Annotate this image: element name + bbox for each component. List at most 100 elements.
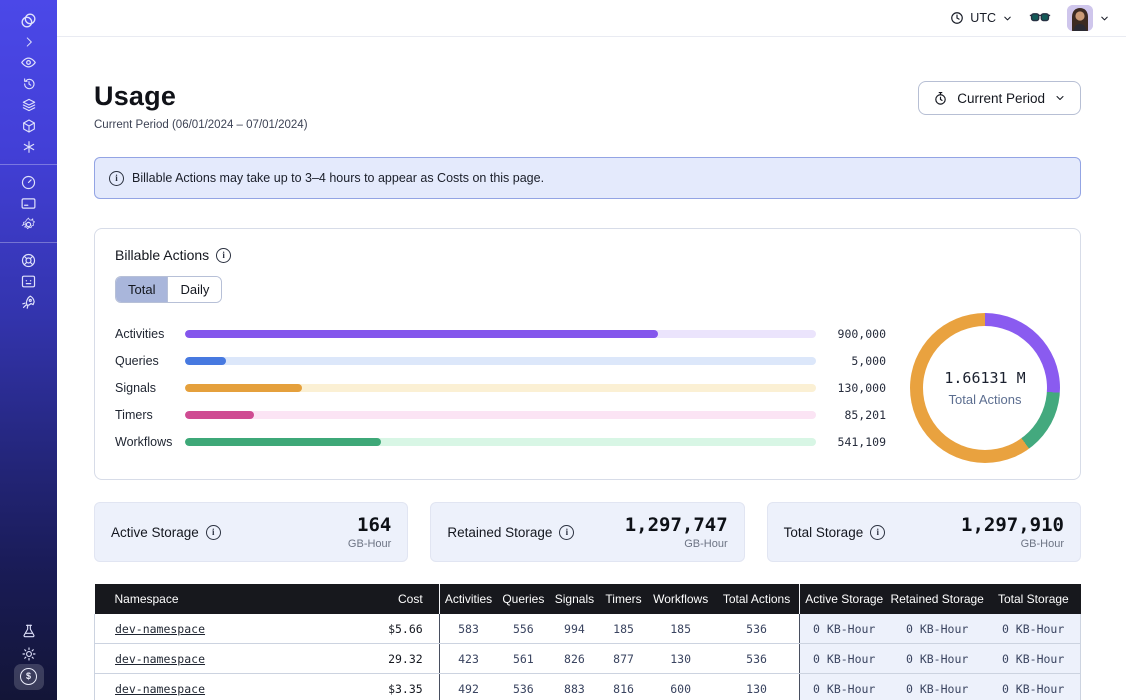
bar-row-workflows: Workflows541,109 <box>115 429 886 456</box>
sidebar-divider <box>0 164 57 165</box>
tab-daily[interactable]: Daily <box>167 277 221 302</box>
namespace-link[interactable]: dev-namespace <box>115 682 205 696</box>
bar-track <box>185 357 816 365</box>
total-storage-value: 1,297,910 <box>961 514 1064 536</box>
billing-card-icon <box>20 195 37 212</box>
temporal-logo-icon <box>19 11 38 30</box>
sidebar-item-billing-card[interactable] <box>0 193 57 214</box>
active-item-highlight: $ <box>14 664 44 690</box>
bar-value: 900,000 <box>816 327 886 341</box>
info-icon[interactable]: i <box>206 525 221 540</box>
sidebar-item-asterisk[interactable] <box>0 136 57 157</box>
sidebar: $ <box>0 0 57 700</box>
sidebar-item-layers[interactable] <box>0 94 57 115</box>
sidebar-item-usage-gauge[interactable] <box>0 172 57 193</box>
column-header-timers: Timers <box>599 584 647 614</box>
info-icon[interactable]: i <box>870 525 885 540</box>
cell-workflows: 600 <box>648 674 714 700</box>
getting-started-rocket-icon <box>20 294 37 311</box>
cell-signals: 826 <box>549 644 599 674</box>
cell-signals: 883 <box>549 674 599 700</box>
cell-active-storage: 0 KB-Hour <box>800 644 888 674</box>
active-storage-unit: GB-Hour <box>348 538 391 550</box>
cell-signals: 994 <box>549 614 599 644</box>
cell-retained-storage: 0 KB-Hour <box>888 674 986 700</box>
current-period-button[interactable]: Current Period <box>918 81 1081 115</box>
cell-namespace: dev-namespace <box>95 614 335 644</box>
sidebar-item-settings-gear[interactable] <box>0 214 57 235</box>
column-header-total-storage: Total Storage <box>986 584 1080 614</box>
avatar[interactable] <box>1067 5 1093 31</box>
namespace-link[interactable]: dev-namespace <box>115 652 205 666</box>
billable-actions-title: Billable Actions <box>115 247 209 263</box>
bar-row-signals: Signals 130,000 <box>115 375 886 402</box>
bar-chart: Activities900,000Queries5,000Signals130,… <box>115 321 886 456</box>
cell-active-storage: 0 KB-Hour <box>800 674 888 700</box>
cell-queries: 561 <box>497 644 549 674</box>
sidebar-item-console-face[interactable] <box>0 271 57 292</box>
deployments-cube-icon <box>21 118 37 134</box>
billable-actions-chart: Activities900,000Queries5,000Signals130,… <box>115 313 1060 463</box>
main-area: UTC <box>57 0 1126 700</box>
cell-total-actions: 130 <box>714 674 800 700</box>
user-menu[interactable] <box>1067 5 1110 31</box>
bar-value: 130,000 <box>816 381 886 395</box>
chevron-down-icon <box>1099 13 1110 24</box>
column-header-queries: Queries <box>497 584 549 614</box>
cell-active-storage: 0 KB-Hour <box>800 614 888 644</box>
billable-view-toggle: Total Daily <box>115 276 222 303</box>
stopwatch-icon <box>933 91 948 106</box>
cell-cost: $3.35 <box>335 674 439 700</box>
bar-row-activities: Activities900,000 <box>115 321 886 348</box>
info-icon[interactable]: i <box>216 248 231 263</box>
total-storage-card: Total Storage i 1,297,910 GB-Hour <box>767 502 1081 562</box>
namespaces-eye-icon <box>20 54 37 71</box>
cell-queries: 536 <box>497 674 549 700</box>
cell-queries: 556 <box>497 614 549 644</box>
timezone-selector[interactable]: UTC <box>950 11 1013 25</box>
bar-value: 541,109 <box>816 435 886 449</box>
column-header-total-actions: Total Actions <box>714 584 800 614</box>
cell-workflows: 130 <box>648 644 714 674</box>
info-icon[interactable]: i <box>559 525 574 540</box>
cell-total-actions: 536 <box>714 644 800 674</box>
column-header-workflows: Workflows <box>648 584 714 614</box>
sidebar-item-temporal-logo[interactable] <box>0 10 57 31</box>
sidebar-divider <box>0 242 57 243</box>
info-banner-text: Billable Actions may take up to 3–4 hour… <box>132 171 544 185</box>
sidebar-item-getting-started-rocket[interactable] <box>0 292 57 313</box>
usage-dollar-icon: $ <box>20 668 37 685</box>
bar-label: Timers <box>115 408 185 422</box>
storage-summary-row: Active Storage i 164 GB-Hour Retained St… <box>94 502 1081 562</box>
cell-retained-storage: 0 KB-Hour <box>888 614 986 644</box>
retained-storage-card: Retained Storage i 1,297,747 GB-Hour <box>430 502 744 562</box>
page-content: Usage Current Period (06/01/2024 – 07/01… <box>57 37 1126 700</box>
timezone-label: UTC <box>970 11 996 25</box>
sidebar-item-schedules-history[interactable] <box>0 73 57 94</box>
sidebar-item-namespaces-eye[interactable] <box>0 52 57 73</box>
sidebar-item-chevron-right[interactable] <box>0 31 57 52</box>
tab-total[interactable]: Total <box>116 277 167 302</box>
cell-timers: 816 <box>599 674 647 700</box>
cell-workflows: 185 <box>648 614 714 644</box>
sidebar-item-theme-sun[interactable] <box>0 642 57 665</box>
app-root: $ UTC <box>0 0 1126 700</box>
sidebar-item-support-lifebuoy[interactable] <box>0 250 57 271</box>
table-header-row: NamespaceCostActivitiesQueriesSignalsTim… <box>95 584 1081 614</box>
theme-sun-icon <box>21 646 37 662</box>
billable-actions-card: Billable Actions i Total Daily Activitie… <box>94 228 1081 480</box>
bar-track <box>185 330 816 338</box>
bar-label: Signals <box>115 381 185 395</box>
sidebar-item-usage-dollar[interactable]: $ <box>0 665 57 688</box>
total-storage-label: Total Storage <box>784 525 864 540</box>
sidebar-item-deployments-cube[interactable] <box>0 115 57 136</box>
chevron-right-icon <box>22 35 36 49</box>
bar-fill <box>185 438 381 446</box>
active-storage-card: Active Storage i 164 GB-Hour <box>94 502 408 562</box>
info-icon: i <box>109 171 124 186</box>
schedules-history-icon <box>21 76 37 92</box>
donut-chart: 1.66131 M Total Actions <box>910 313 1060 463</box>
namespace-link[interactable]: dev-namespace <box>115 622 205 636</box>
sidebar-item-labs-flask[interactable] <box>0 619 57 642</box>
glasses-icon[interactable] <box>1029 11 1051 25</box>
